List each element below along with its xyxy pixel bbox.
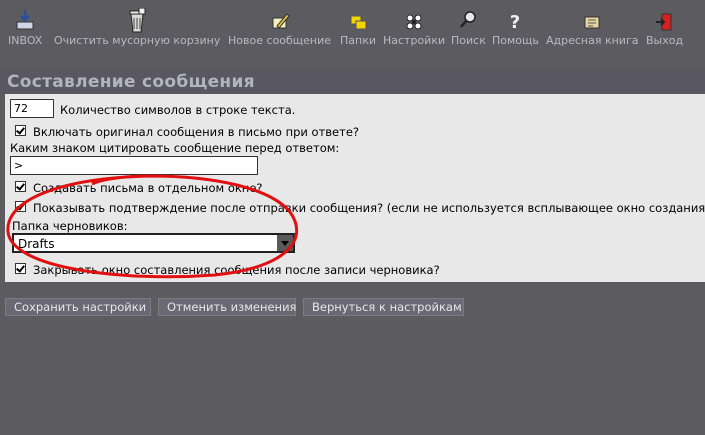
close-after-save-checkbox[interactable] xyxy=(15,263,26,274)
toolbar-compose[interactable]: Новое сообщение xyxy=(228,8,331,47)
toolbar-help[interactable]: ? Помощь xyxy=(492,8,539,47)
toolbar-addressbook[interactable]: Адресная книга xyxy=(546,8,638,47)
chevron-down-icon[interactable] xyxy=(277,235,293,251)
quote-char-input[interactable] xyxy=(10,156,258,175)
folders-icon xyxy=(340,8,376,34)
include-original-checkbox[interactable] xyxy=(15,125,26,136)
svg-text:?: ? xyxy=(510,12,520,32)
logout-icon xyxy=(646,8,683,34)
compose-settings-panel: Количество символов в строке текста. Вкл… xyxy=(5,94,705,282)
include-original-label: Включать оригинал сообщения в письмо при… xyxy=(33,125,360,139)
quote-char-label: Каким знаком цитировать сообщение перед … xyxy=(10,141,340,155)
main-toolbar: INBOX Очистить мусорную корзину Новое со… xyxy=(0,0,705,52)
show-confirmation-label: Показывать подтверждение после отправки … xyxy=(33,201,705,215)
toolbar-empty-trash[interactable]: Очистить мусорную корзину xyxy=(54,8,220,47)
toolbar-inbox[interactable]: INBOX xyxy=(8,8,42,47)
trash-icon xyxy=(54,8,220,34)
drafts-folder-label: Папка черновиков: xyxy=(12,219,128,233)
close-after-save-label: Закрывать окно составления сообщения пос… xyxy=(33,263,440,277)
drafts-folder-select[interactable]: Drafts xyxy=(12,233,295,253)
toolbar-folders[interactable]: Папки xyxy=(340,8,376,47)
line-width-input[interactable] xyxy=(10,99,54,118)
section-header: Составление сообщения xyxy=(0,70,705,94)
back-to-settings-button[interactable]: Вернуться к настройкам xyxy=(303,298,464,316)
search-icon xyxy=(451,8,486,34)
drafts-folder-value: Drafts xyxy=(18,237,55,251)
show-confirmation-checkbox[interactable] xyxy=(15,201,26,212)
settings-icon xyxy=(383,8,445,34)
separate-window-label: Создавать письма в отдельном окне? xyxy=(33,181,263,195)
separate-window-checkbox[interactable] xyxy=(15,181,26,192)
cancel-changes-button[interactable]: Отменить изменения xyxy=(158,298,296,316)
toolbar-logout[interactable]: Выход xyxy=(646,8,683,47)
page-title: Составление сообщения xyxy=(7,72,255,92)
help-icon: ? xyxy=(492,8,539,34)
save-settings-button[interactable]: Сохранить настройки xyxy=(5,298,151,316)
addressbook-icon xyxy=(546,8,638,34)
toolbar-search[interactable]: Поиск xyxy=(451,8,486,47)
compose-icon xyxy=(228,8,331,34)
line-width-label: Количество символов в строке текста. xyxy=(60,103,296,117)
inbox-icon xyxy=(8,8,42,34)
toolbar-settings[interactable]: Настройки xyxy=(383,8,445,47)
